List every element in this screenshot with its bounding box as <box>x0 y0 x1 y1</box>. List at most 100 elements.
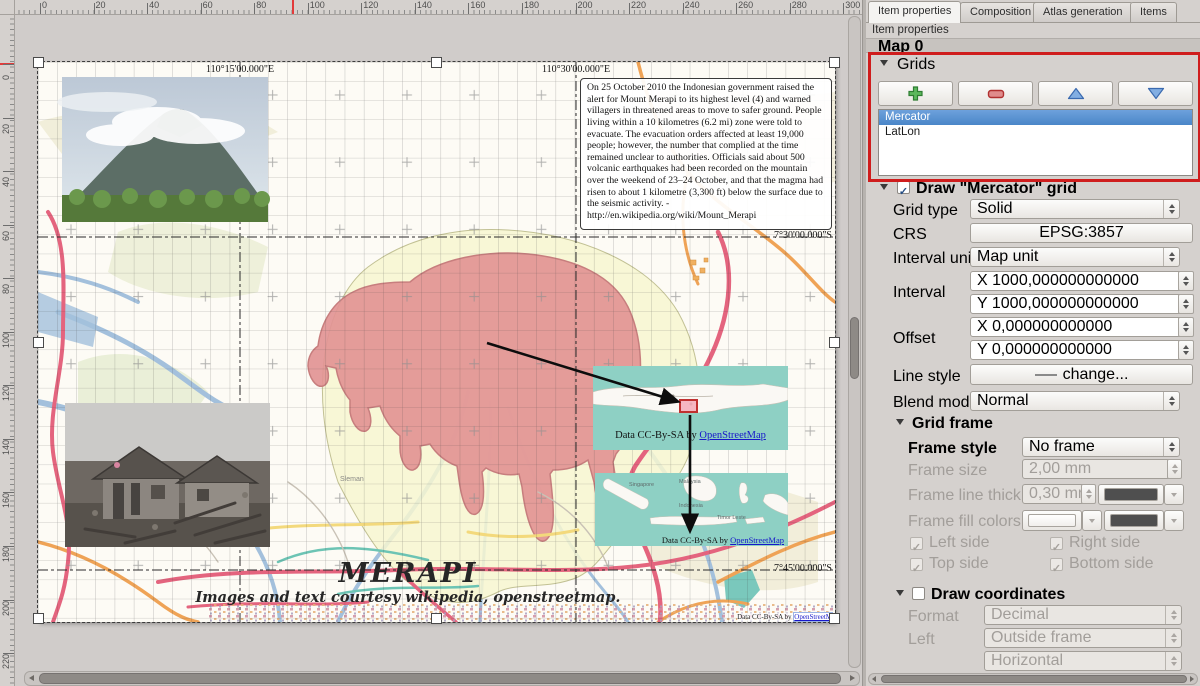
left-position-value: Outside frame <box>985 629 1165 647</box>
volcano-photo[interactable] <box>57 77 270 222</box>
canvas-horizontal-scrollbar[interactable] <box>24 671 860 686</box>
grids-list[interactable]: MercatorLatLon <box>878 109 1193 176</box>
ruler-label: 0 <box>1 75 11 80</box>
format-value: Decimal <box>985 606 1165 624</box>
openstreetmap-link[interactable]: OpenStreetMap <box>699 430 765 441</box>
grids-collapse-arrow[interactable] <box>880 60 888 66</box>
scrollbar-thumb[interactable] <box>39 673 841 684</box>
map-subtitle[interactable]: Images and text courtesy wikipedia, open… <box>128 589 688 606</box>
map-title[interactable]: MERAPI <box>238 558 578 589</box>
map-item[interactable]: 110°15'00.000"E 110°30'00.000"E 7°30'00.… <box>38 62 835 622</box>
grid-list-item[interactable]: LatLon <box>879 125 1192 140</box>
offset-x-spin-arrows[interactable] <box>1178 317 1194 337</box>
scroll-right-arrow[interactable] <box>850 675 855 681</box>
frame-fill-color2-swatch <box>1110 514 1158 527</box>
move-grid-down-button[interactable] <box>1118 81 1193 106</box>
selection-handle-w[interactable] <box>33 337 44 348</box>
ruler-tick <box>3 118 14 119</box>
ruler-label: 160 <box>470 0 485 10</box>
combo-arrows-icon <box>1165 606 1181 624</box>
remove-grid-button[interactable] <box>958 81 1033 106</box>
frame-style-combo[interactable]: No frame <box>1022 437 1180 457</box>
scroll-left-arrow[interactable] <box>872 676 876 682</box>
canvas-vertical-scrollbar[interactable] <box>848 16 861 668</box>
ruler-tick <box>415 3 416 14</box>
selection-handle-ne[interactable] <box>829 57 840 68</box>
ruler-label: 160 <box>1 493 11 508</box>
frame-line-color-dropdown <box>1164 484 1184 505</box>
blend-mode-value: Normal <box>971 392 1163 410</box>
ruler-tick <box>468 3 469 14</box>
destroyed-houses-photo[interactable] <box>65 403 270 547</box>
openstreetmap-link[interactable]: OpenStreetM <box>793 612 833 622</box>
blend-mode-combo[interactable]: Normal <box>970 391 1180 411</box>
ruler-label: 220 <box>631 0 646 10</box>
orientation-value: Horizontal <box>985 652 1165 670</box>
grid-type-combo[interactable]: Solid <box>970 199 1180 219</box>
offset-x-spinbox[interactable]: X 0,000000000000 <box>970 317 1183 337</box>
frame-side-option: Left side <box>910 534 989 552</box>
ruler-label: 40 <box>1 177 11 187</box>
scrollbar-thumb[interactable] <box>850 317 859 379</box>
selection-handle-n[interactable] <box>431 57 442 68</box>
draw-grid-collapse-arrow[interactable] <box>880 184 888 190</box>
line-style-label: Line style <box>893 368 961 386</box>
interval-label: Interval <box>893 284 945 302</box>
grid-coordinate-label: 7°45'00.000"S <box>774 563 832 574</box>
article-text-item[interactable]: On 25 October 2010 the Indonesian govern… <box>580 78 832 230</box>
ruler-tick <box>147 3 148 14</box>
interval-x-spin-arrows[interactable] <box>1178 271 1194 291</box>
panel-tab-bar: Item properties Composition Atlas genera… <box>866 0 1200 23</box>
openstreetmap-link[interactable]: OpenStreetMap <box>730 535 784 545</box>
draw-grid-checkbox[interactable] <box>897 181 910 194</box>
interval-units-combo[interactable]: Map unit <box>970 247 1180 267</box>
selection-handle-e[interactable] <box>829 337 840 348</box>
selection-handle-sw[interactable] <box>33 613 44 624</box>
add-grid-button[interactable] <box>878 81 953 106</box>
crs-button[interactable]: EPSG:3857 <box>970 223 1193 243</box>
scroll-left-arrow[interactable] <box>29 675 34 681</box>
grid-type-value: Solid <box>971 200 1163 218</box>
combo-arrows-icon <box>1165 629 1181 647</box>
ruler-label: 240 <box>685 0 700 10</box>
line-style-button[interactable]: change... <box>970 364 1193 385</box>
interval-x-spinbox[interactable]: X 1000,000000000000 <box>970 271 1183 291</box>
offset-y-spin-arrows[interactable] <box>1178 340 1194 360</box>
draw-coordinates-checkbox[interactable] <box>912 587 925 600</box>
interval-y-spinbox[interactable]: Y 1000,000000000000 <box>970 294 1183 314</box>
tab-item-properties[interactable]: Item properties <box>868 1 961 23</box>
panel-horizontal-scrollbar[interactable] <box>868 673 1198 685</box>
grid-coordinate-label: 7°30'00.000"S <box>774 230 832 241</box>
tab-atlas-generation[interactable]: Atlas generation <box>1033 2 1133 22</box>
ruler-label: 180 <box>1 547 11 562</box>
scrollbar-thumb[interactable] <box>881 675 1187 683</box>
offset-y-spinbox[interactable]: Y 0,000000000000 <box>970 340 1183 360</box>
grid-frame-collapse-arrow[interactable] <box>896 419 904 425</box>
grid-list-item[interactable]: Mercator <box>879 110 1192 125</box>
composer-canvas[interactable]: 0204060801001201401601802002202402602803… <box>0 0 862 686</box>
ruler-label: 20 <box>96 0 106 10</box>
ruler-label: 100 <box>310 0 325 10</box>
inset-map-indonesia[interactable]: Data CC-By-SA by OpenStreetMap Singapore… <box>595 473 788 546</box>
ruler-label: 120 <box>1 386 11 401</box>
attribution-text: Data CC-By-SA by <box>615 430 699 441</box>
grid-type-label: Grid type <box>893 202 958 220</box>
selection-handle-nw[interactable] <box>33 57 44 68</box>
frame-side-checkbox <box>910 558 923 571</box>
tab-items[interactable]: Items <box>1130 2 1177 22</box>
combo-arrows-icon <box>1163 248 1179 266</box>
ruler-tick <box>736 3 737 14</box>
frame-side-checkbox <box>1050 558 1063 571</box>
tab-composition[interactable]: Composition <box>960 2 1041 22</box>
move-grid-up-button[interactable] <box>1038 81 1113 106</box>
selection-handle-se[interactable] <box>829 613 840 624</box>
selection-handle-s[interactable] <box>431 613 442 624</box>
draw-coordinates-collapse-arrow[interactable] <box>896 590 904 596</box>
ruler-label: 200 <box>1 600 11 615</box>
ruler-label: 100 <box>1 333 11 348</box>
line-style-value: change... <box>1063 366 1129 384</box>
interval-y-spin-arrows[interactable] <box>1178 294 1194 314</box>
ruler-label: 120 <box>363 0 378 10</box>
frame-side-checkbox <box>910 537 923 550</box>
scroll-right-arrow[interactable] <box>1190 676 1194 682</box>
